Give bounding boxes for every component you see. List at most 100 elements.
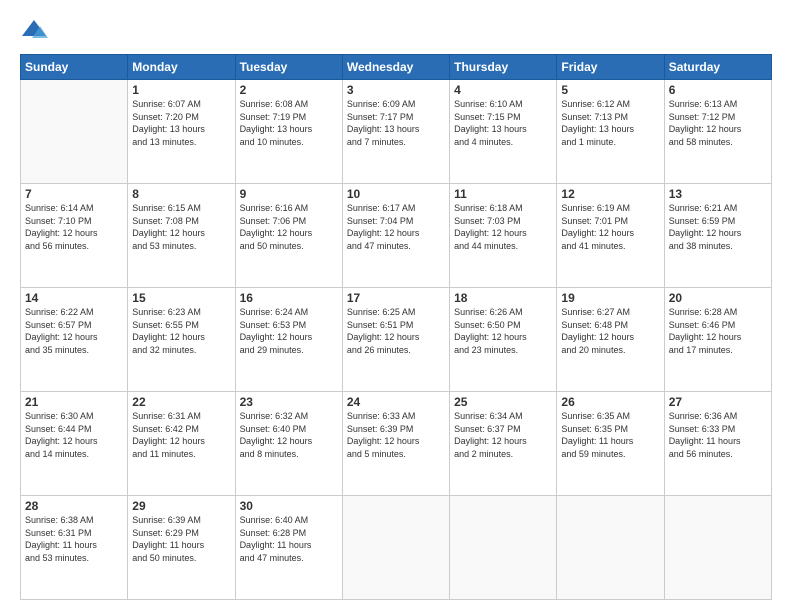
calendar-cell: 6Sunrise: 6:13 AMSunset: 7:12 PMDaylight…: [664, 80, 771, 184]
calendar-cell: 19Sunrise: 6:27 AMSunset: 6:48 PMDayligh…: [557, 288, 664, 392]
calendar-cell: 29Sunrise: 6:39 AMSunset: 6:29 PMDayligh…: [128, 496, 235, 600]
cell-content: and 17 minutes.: [669, 344, 767, 357]
calendar-cell: 28Sunrise: 6:38 AMSunset: 6:31 PMDayligh…: [21, 496, 128, 600]
cell-content: Daylight: 12 hours: [347, 227, 445, 240]
cell-content: Sunrise: 6:07 AM: [132, 98, 230, 111]
cell-content: and 11 minutes.: [132, 448, 230, 461]
cell-content: Daylight: 12 hours: [347, 331, 445, 344]
day-header-thursday: Thursday: [450, 55, 557, 80]
cell-content: Daylight: 12 hours: [454, 227, 552, 240]
day-number: 11: [454, 187, 552, 201]
cell-content: Sunrise: 6:10 AM: [454, 98, 552, 111]
cell-content: and 4 minutes.: [454, 136, 552, 149]
day-number: 27: [669, 395, 767, 409]
cell-content: and 5 minutes.: [347, 448, 445, 461]
day-number: 28: [25, 499, 123, 513]
calendar-header-row: SundayMondayTuesdayWednesdayThursdayFrid…: [21, 55, 772, 80]
cell-content: Daylight: 12 hours: [132, 227, 230, 240]
cell-content: Sunset: 6:51 PM: [347, 319, 445, 332]
cell-content: and 13 minutes.: [132, 136, 230, 149]
cell-content: and 32 minutes.: [132, 344, 230, 357]
cell-content: Daylight: 12 hours: [240, 331, 338, 344]
calendar-cell: 23Sunrise: 6:32 AMSunset: 6:40 PMDayligh…: [235, 392, 342, 496]
day-number: 30: [240, 499, 338, 513]
cell-content: Sunset: 6:59 PM: [669, 215, 767, 228]
cell-content: and 38 minutes.: [669, 240, 767, 253]
day-header-saturday: Saturday: [664, 55, 771, 80]
cell-content: Sunset: 6:37 PM: [454, 423, 552, 436]
day-number: 21: [25, 395, 123, 409]
cell-content: Sunset: 6:28 PM: [240, 527, 338, 540]
cell-content: Sunset: 7:03 PM: [454, 215, 552, 228]
cell-content: Sunset: 7:10 PM: [25, 215, 123, 228]
cell-content: Sunrise: 6:09 AM: [347, 98, 445, 111]
day-number: 6: [669, 83, 767, 97]
cell-content: and 56 minutes.: [25, 240, 123, 253]
cell-content: Daylight: 12 hours: [347, 435, 445, 448]
day-number: 22: [132, 395, 230, 409]
cell-content: and 14 minutes.: [25, 448, 123, 461]
cell-content: Sunset: 6:55 PM: [132, 319, 230, 332]
day-number: 16: [240, 291, 338, 305]
day-number: 20: [669, 291, 767, 305]
calendar-cell: [21, 80, 128, 184]
cell-content: Sunrise: 6:15 AM: [132, 202, 230, 215]
day-number: 24: [347, 395, 445, 409]
calendar-cell: 3Sunrise: 6:09 AMSunset: 7:17 PMDaylight…: [342, 80, 449, 184]
cell-content: and 2 minutes.: [454, 448, 552, 461]
cell-content: Sunrise: 6:17 AM: [347, 202, 445, 215]
cell-content: Daylight: 12 hours: [25, 331, 123, 344]
calendar-cell: [664, 496, 771, 600]
cell-content: and 20 minutes.: [561, 344, 659, 357]
cell-content: Sunset: 7:08 PM: [132, 215, 230, 228]
cell-content: Sunset: 7:12 PM: [669, 111, 767, 124]
cell-content: Sunrise: 6:23 AM: [132, 306, 230, 319]
calendar-cell: 25Sunrise: 6:34 AMSunset: 6:37 PMDayligh…: [450, 392, 557, 496]
cell-content: Sunset: 7:01 PM: [561, 215, 659, 228]
cell-content: Sunset: 7:06 PM: [240, 215, 338, 228]
cell-content: and 53 minutes.: [132, 240, 230, 253]
cell-content: Sunrise: 6:26 AM: [454, 306, 552, 319]
day-number: 23: [240, 395, 338, 409]
calendar-cell: 1Sunrise: 6:07 AMSunset: 7:20 PMDaylight…: [128, 80, 235, 184]
cell-content: Daylight: 12 hours: [669, 331, 767, 344]
cell-content: Daylight: 11 hours: [25, 539, 123, 552]
day-number: 7: [25, 187, 123, 201]
day-number: 2: [240, 83, 338, 97]
day-number: 1: [132, 83, 230, 97]
cell-content: and 58 minutes.: [669, 136, 767, 149]
calendar-week-3: 21Sunrise: 6:30 AMSunset: 6:44 PMDayligh…: [21, 392, 772, 496]
cell-content: Sunrise: 6:28 AM: [669, 306, 767, 319]
cell-content: Sunrise: 6:32 AM: [240, 410, 338, 423]
cell-content: Daylight: 11 hours: [669, 435, 767, 448]
calendar-cell: 22Sunrise: 6:31 AMSunset: 6:42 PMDayligh…: [128, 392, 235, 496]
calendar-body: 1Sunrise: 6:07 AMSunset: 7:20 PMDaylight…: [21, 80, 772, 600]
cell-content: Sunrise: 6:19 AM: [561, 202, 659, 215]
day-number: 5: [561, 83, 659, 97]
calendar-cell: 30Sunrise: 6:40 AMSunset: 6:28 PMDayligh…: [235, 496, 342, 600]
day-number: 29: [132, 499, 230, 513]
cell-content: Daylight: 12 hours: [25, 435, 123, 448]
calendar-week-4: 28Sunrise: 6:38 AMSunset: 6:31 PMDayligh…: [21, 496, 772, 600]
cell-content: and 50 minutes.: [240, 240, 338, 253]
day-header-sunday: Sunday: [21, 55, 128, 80]
cell-content: Sunset: 7:17 PM: [347, 111, 445, 124]
calendar-cell: 8Sunrise: 6:15 AMSunset: 7:08 PMDaylight…: [128, 184, 235, 288]
calendar-cell: 14Sunrise: 6:22 AMSunset: 6:57 PMDayligh…: [21, 288, 128, 392]
calendar-cell: 11Sunrise: 6:18 AMSunset: 7:03 PMDayligh…: [450, 184, 557, 288]
calendar-week-0: 1Sunrise: 6:07 AMSunset: 7:20 PMDaylight…: [21, 80, 772, 184]
cell-content: Sunrise: 6:27 AM: [561, 306, 659, 319]
cell-content: Sunrise: 6:18 AM: [454, 202, 552, 215]
cell-content: Sunset: 6:31 PM: [25, 527, 123, 540]
cell-content: Sunset: 7:19 PM: [240, 111, 338, 124]
cell-content: and 47 minutes.: [240, 552, 338, 565]
day-header-monday: Monday: [128, 55, 235, 80]
cell-content: and 1 minute.: [561, 136, 659, 149]
day-number: 3: [347, 83, 445, 97]
day-number: 17: [347, 291, 445, 305]
cell-content: Sunrise: 6:33 AM: [347, 410, 445, 423]
cell-content: and 47 minutes.: [347, 240, 445, 253]
logo: [20, 16, 52, 44]
calendar-cell: [450, 496, 557, 600]
cell-content: Sunrise: 6:21 AM: [669, 202, 767, 215]
